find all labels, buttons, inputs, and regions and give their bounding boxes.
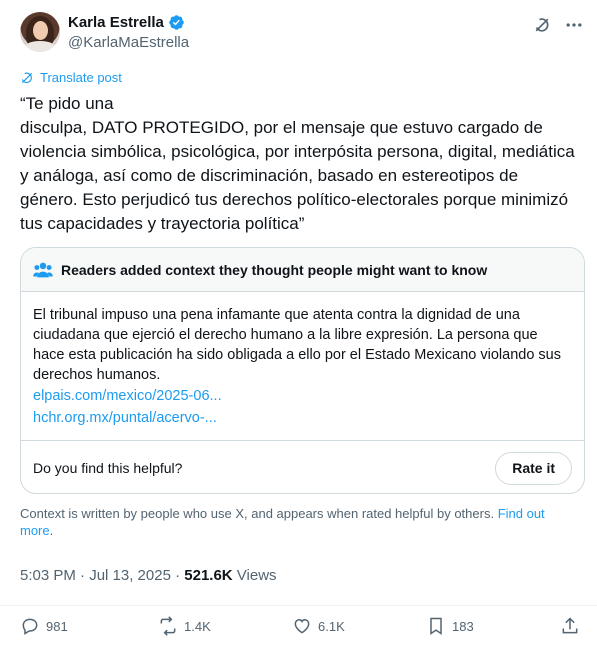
rate-it-button[interactable]: Rate it <box>495 451 572 485</box>
community-note-body: El tribunal impuso una pena infamante qu… <box>33 307 561 383</box>
post-meta: 5:03 PM · Jul 13, 2025 · 521.6K Views <box>20 567 277 584</box>
author-name[interactable]: Karla Estrella <box>68 14 164 31</box>
post-timestamp[interactable]: 5:03 PM · Jul 13, 2025 · <box>20 567 184 584</box>
community-note-body-wrap: El tribunal impuso una pena infamante qu… <box>33 305 573 429</box>
grok-icon[interactable] <box>531 14 553 36</box>
share-icon <box>562 617 578 634</box>
views-count: 521.6K <box>184 567 233 584</box>
bookmark-button[interactable]: 183 <box>426 616 474 636</box>
verified-badge-icon <box>169 15 184 30</box>
context-text: Context is written by people who use X, … <box>20 506 495 521</box>
context-end: . <box>49 523 54 538</box>
note-link-hchr[interactable]: hchr.org.mx/puntal/acervo-... <box>33 407 573 429</box>
post-text: “Te pido una disculpa, DATO PROTEGIDO, p… <box>20 94 575 233</box>
heart-icon <box>294 618 310 634</box>
share-button[interactable] <box>560 616 580 636</box>
people-icon <box>33 262 53 277</box>
helpful-question: Do you find this helpful? <box>33 460 183 476</box>
repost-icon <box>160 616 176 636</box>
post-header: Karla Estrella @KarlaMaEstrella <box>20 12 585 56</box>
reply-count: 981 <box>46 618 68 634</box>
translate-label[interactable]: Translate post <box>40 70 122 85</box>
context-disclaimer: Context is written by people who use X, … <box>20 505 575 539</box>
repost-button[interactable]: 1.4K <box>158 616 211 636</box>
bookmark-icon <box>430 617 442 635</box>
repost-count: 1.4K <box>184 618 211 634</box>
like-count: 6.1K <box>318 618 345 634</box>
translate-post-link[interactable]: Translate post <box>20 70 122 85</box>
bookmark-count: 183 <box>452 618 474 634</box>
note-link-elpais[interactable]: elpais.com/mexico/2025-06... <box>33 385 573 407</box>
community-note-heading: Readers added context they thought peopl… <box>61 261 488 278</box>
community-note: Readers added context they thought peopl… <box>20 247 585 494</box>
community-note-header: Readers added context they thought peopl… <box>21 248 584 292</box>
like-button[interactable]: 6.1K <box>292 616 345 636</box>
translate-icon <box>21 72 33 83</box>
views-label: Views <box>232 567 277 584</box>
author-name-row[interactable]: Karla Estrella <box>68 14 185 31</box>
community-note-footer: Do you find this helpful? Rate it <box>21 440 584 493</box>
more-icon[interactable] <box>563 14 585 36</box>
divider <box>0 605 597 606</box>
author-handle[interactable]: @KarlaMaEstrella <box>68 34 189 51</box>
header-actions <box>531 14 585 36</box>
action-bar: 981 1.4K 6.1K 183 <box>20 616 585 642</box>
reply-button[interactable]: 981 <box>20 616 68 636</box>
reply-icon <box>22 618 38 635</box>
avatar[interactable] <box>20 12 60 52</box>
